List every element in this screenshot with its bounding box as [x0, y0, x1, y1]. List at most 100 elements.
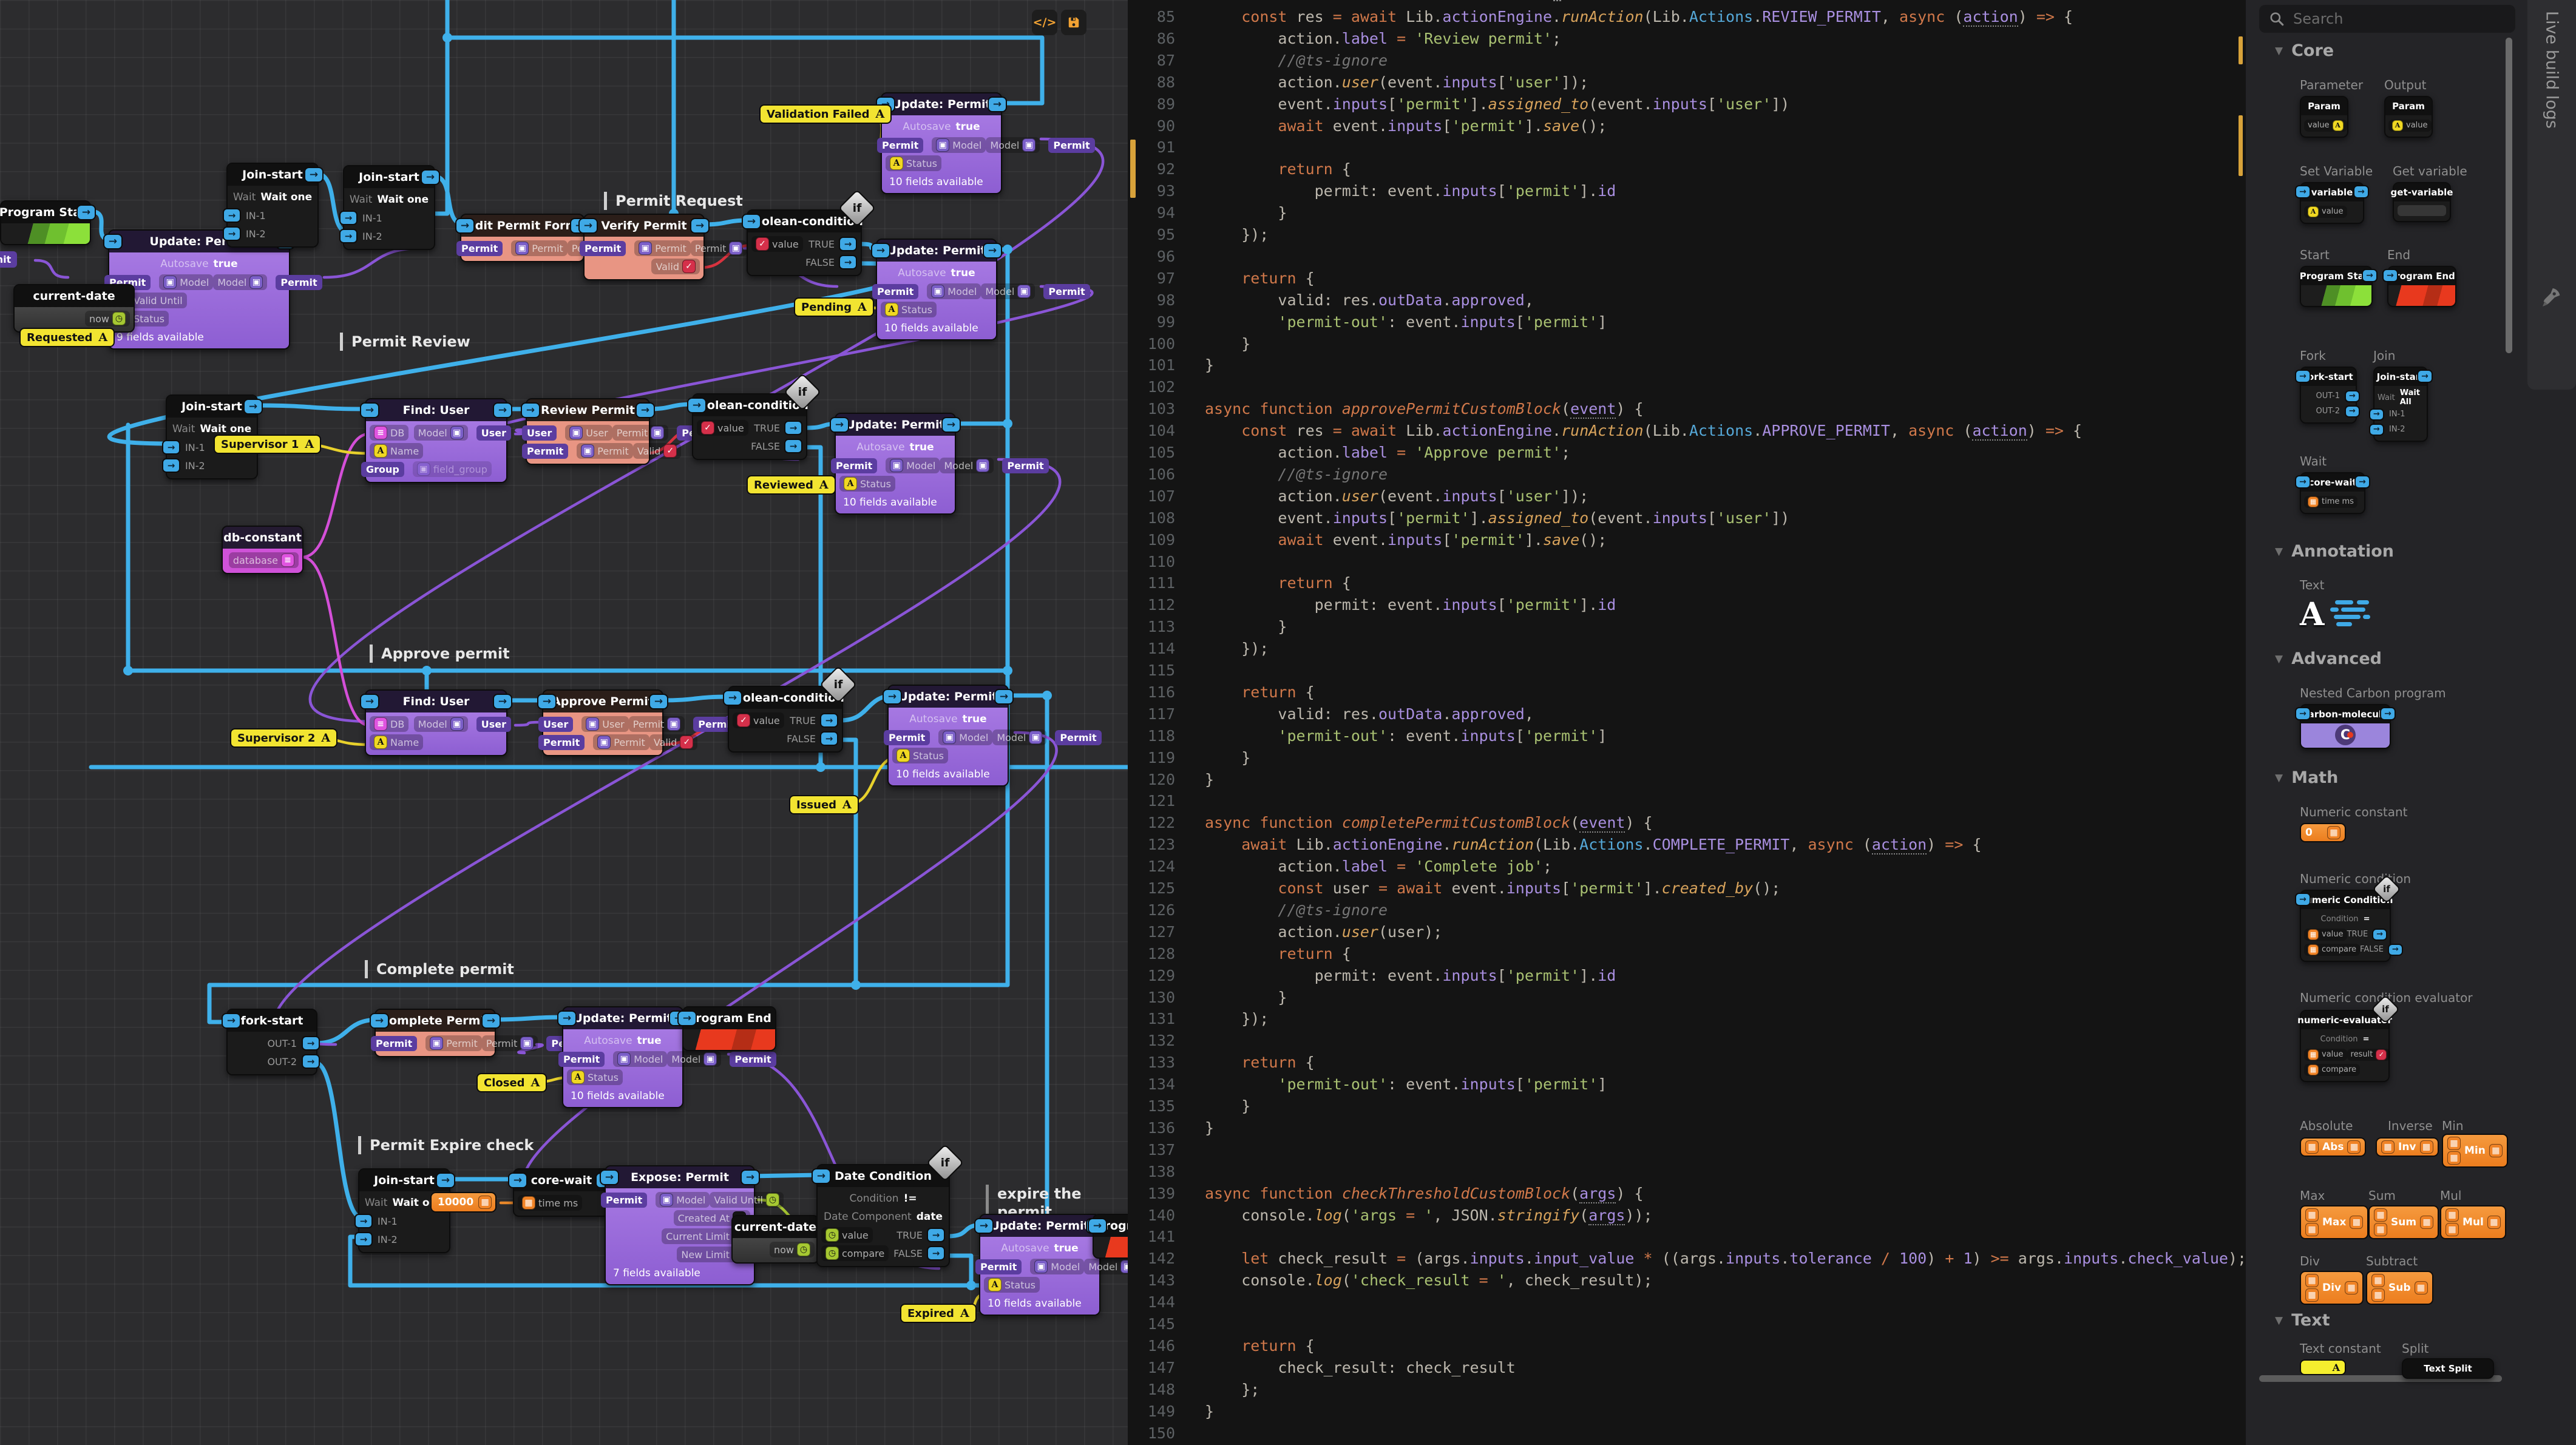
- exec-in-port[interactable]: →: [2295, 475, 2311, 489]
- clock-icon[interactable]: ◷: [825, 1247, 839, 1260]
- field-chip[interactable]: Valid✓: [649, 734, 698, 750]
- model-cube-icon[interactable]: ▣: [450, 426, 464, 439]
- model-cube-icon[interactable]: ▣: [597, 736, 611, 749]
- field-chip[interactable]: ▣Permit: [425, 1035, 482, 1051]
- number-icon[interactable]: ▦: [2420, 1216, 2433, 1229]
- exec-port[interactable]: →: [784, 439, 802, 453]
- pal-numeric-constant[interactable]: 0▦: [2300, 823, 2346, 842]
- palette-vertical-scrollbar[interactable]: [2506, 38, 2512, 353]
- exec-port[interactable]: →: [927, 1246, 945, 1261]
- check-icon[interactable]: ✓: [756, 237, 769, 251]
- check-icon[interactable]: ✓: [737, 714, 750, 727]
- model-cube-icon[interactable]: ▣: [639, 242, 652, 255]
- field-chip[interactable]: ▣Model: [886, 458, 940, 473]
- field-chip[interactable]: Valid✓: [651, 259, 700, 274]
- exec-out-port[interactable]: →: [493, 402, 512, 418]
- number-icon[interactable]: ▦: [2308, 929, 2319, 940]
- search-input[interactable]: [2293, 10, 2493, 27]
- numeric-constant-node[interactable]: 10000▦: [430, 1192, 497, 1213]
- field-chip[interactable]: ▣Model: [159, 274, 213, 290]
- exec-out-port[interactable]: →: [994, 689, 1014, 705]
- text-field-icon[interactable]: A: [2308, 206, 2319, 217]
- pal-sum[interactable]: ▦▦Sum▦: [2368, 1205, 2439, 1239]
- exec-in-port[interactable]: →: [2369, 408, 2384, 421]
- exec-in-port[interactable]: →: [354, 1214, 373, 1228]
- field-chip[interactable]: AStatus: [881, 302, 937, 317]
- field-chip[interactable]: AStatus: [984, 1277, 1040, 1293]
- field-chip[interactable]: ▣Model: [938, 729, 992, 745]
- update-permit-2[interactable]: Update: Permit→→AutosavetruePermit▣Model…: [881, 92, 1002, 194]
- exec-in-port[interactable]: →: [223, 208, 241, 223]
- annotation-label[interactable]: RequestedA: [19, 328, 115, 347]
- annotation-label[interactable]: ReviewedA: [747, 475, 836, 495]
- field-chip[interactable]: AName: [370, 734, 423, 750]
- pal-fork-start[interactable]: fork-start→OUT-1→OUT-2→: [2300, 367, 2357, 424]
- model-cube-icon[interactable]: ▣: [1034, 1260, 1048, 1273]
- number-icon[interactable]: ▦: [2487, 1216, 2501, 1229]
- number-icon[interactable]: ▦: [2447, 1137, 2461, 1150]
- number-icon[interactable]: ▦: [2446, 1223, 2459, 1236]
- number-icon[interactable]: ▦: [2305, 1274, 2319, 1287]
- field-chip[interactable]: Model▣: [986, 137, 1040, 153]
- number-icon[interactable]: ▦: [2305, 1208, 2319, 1222]
- field-chip[interactable]: Valid Until◷: [710, 1192, 784, 1208]
- model-cube-icon[interactable]: ▣: [936, 138, 949, 152]
- field-chip[interactable]: ▣User: [581, 716, 628, 732]
- program-start[interactable]: Program Start→: [0, 200, 91, 245]
- field-chip[interactable]: ◷compare: [821, 1245, 889, 1261]
- field-chip[interactable]: Avalue: [2304, 206, 2347, 218]
- exec-port[interactable]: →: [927, 1228, 945, 1242]
- text-field-icon[interactable]: A: [988, 1278, 1002, 1291]
- field-chip[interactable]: ✓value: [697, 420, 748, 436]
- pal-program-start[interactable]: Program Start→: [2300, 266, 2373, 307]
- field-chip[interactable]: Model▣: [414, 716, 468, 732]
- field-chip[interactable]: Avalue: [2388, 120, 2432, 132]
- code-editor[interactable]: ⋯ 85 const res = await Lib.actionEngine.…: [1128, 0, 2246, 1445]
- pal-numeric-evaluator[interactable]: ifnumeric-evaluatorCondition=▦valueresul…: [2300, 1010, 2390, 1082]
- update-permit-7[interactable]: Update: Permit→→AutosavetruePermit▣Model…: [979, 1214, 1100, 1316]
- chevron-down-icon[interactable]: ▼: [2275, 1315, 2283, 1327]
- model-cube-icon[interactable]: ▣: [450, 717, 464, 731]
- model-cube-icon[interactable]: ▣: [651, 426, 664, 439]
- field-chip[interactable]: ✓value: [751, 236, 803, 252]
- date-condition[interactable]: ifDate Condition→Condition!=Date Compone…: [816, 1164, 950, 1267]
- number-icon[interactable]: ▦: [2371, 1274, 2385, 1287]
- exec-in-port[interactable]: →: [370, 1013, 389, 1029]
- check-icon[interactable]: ✓: [701, 421, 714, 435]
- model-cube-icon[interactable]: ▣: [430, 1037, 443, 1050]
- check-icon[interactable]: ✓: [663, 444, 677, 458]
- exec-out-port[interactable]: →: [2417, 370, 2433, 383]
- exec-in-port[interactable]: →: [2295, 185, 2311, 198]
- number-icon[interactable]: ▦: [2308, 496, 2319, 507]
- clock-icon[interactable]: ◷: [766, 1193, 779, 1206]
- pal-join-start[interactable]: Join-start→WaitWait All→IN-1→IN-2: [2373, 367, 2428, 442]
- field-chip[interactable]: ▣User: [565, 425, 612, 441]
- text-field-icon[interactable]: A: [885, 303, 898, 316]
- field-chip[interactable]: Permit▣: [629, 716, 685, 732]
- field-chip[interactable]: Model▣: [667, 1051, 721, 1067]
- exec-in-port[interactable]: →: [812, 1168, 831, 1184]
- annotation-label[interactable]: ClosedA: [476, 1073, 547, 1092]
- model-cube-icon[interactable]: ▣: [1029, 731, 1042, 744]
- exec-out-port[interactable]: →: [983, 243, 1002, 259]
- exec-in-port[interactable]: →: [871, 243, 890, 259]
- field-chip[interactable]: Model▣: [1084, 1259, 1128, 1274]
- exec-out-port[interactable]: →: [649, 694, 668, 709]
- exec-in-port[interactable]: →: [354, 1232, 373, 1247]
- core-wait[interactable]: core-wait→→▦time ms: [513, 1168, 610, 1217]
- join-start-1[interactable]: Join-start→WaitWait one→IN-1→IN-2: [226, 163, 319, 248]
- save-button[interactable]: [1061, 10, 1086, 35]
- field-chip[interactable]: AStatus: [839, 476, 895, 492]
- model-cube-icon[interactable]: ▣: [660, 1193, 673, 1206]
- exec-in-port[interactable]: →: [742, 214, 761, 229]
- text-field-icon[interactable]: A: [571, 1071, 585, 1084]
- field-chip[interactable]: ≡DB: [370, 716, 408, 732]
- exec-in-port[interactable]: →: [223, 226, 241, 241]
- model-cube-icon[interactable]: ▣: [417, 462, 430, 476]
- field-chip[interactable]: Model▣: [940, 458, 994, 473]
- text-field-icon[interactable]: A: [2392, 120, 2403, 131]
- exec-port[interactable]: →: [820, 731, 838, 746]
- model-cube-icon[interactable]: ▣: [569, 426, 583, 439]
- exec-in-port[interactable]: →: [974, 1218, 994, 1234]
- chevron-down-icon[interactable]: ▼: [2275, 45, 2283, 57]
